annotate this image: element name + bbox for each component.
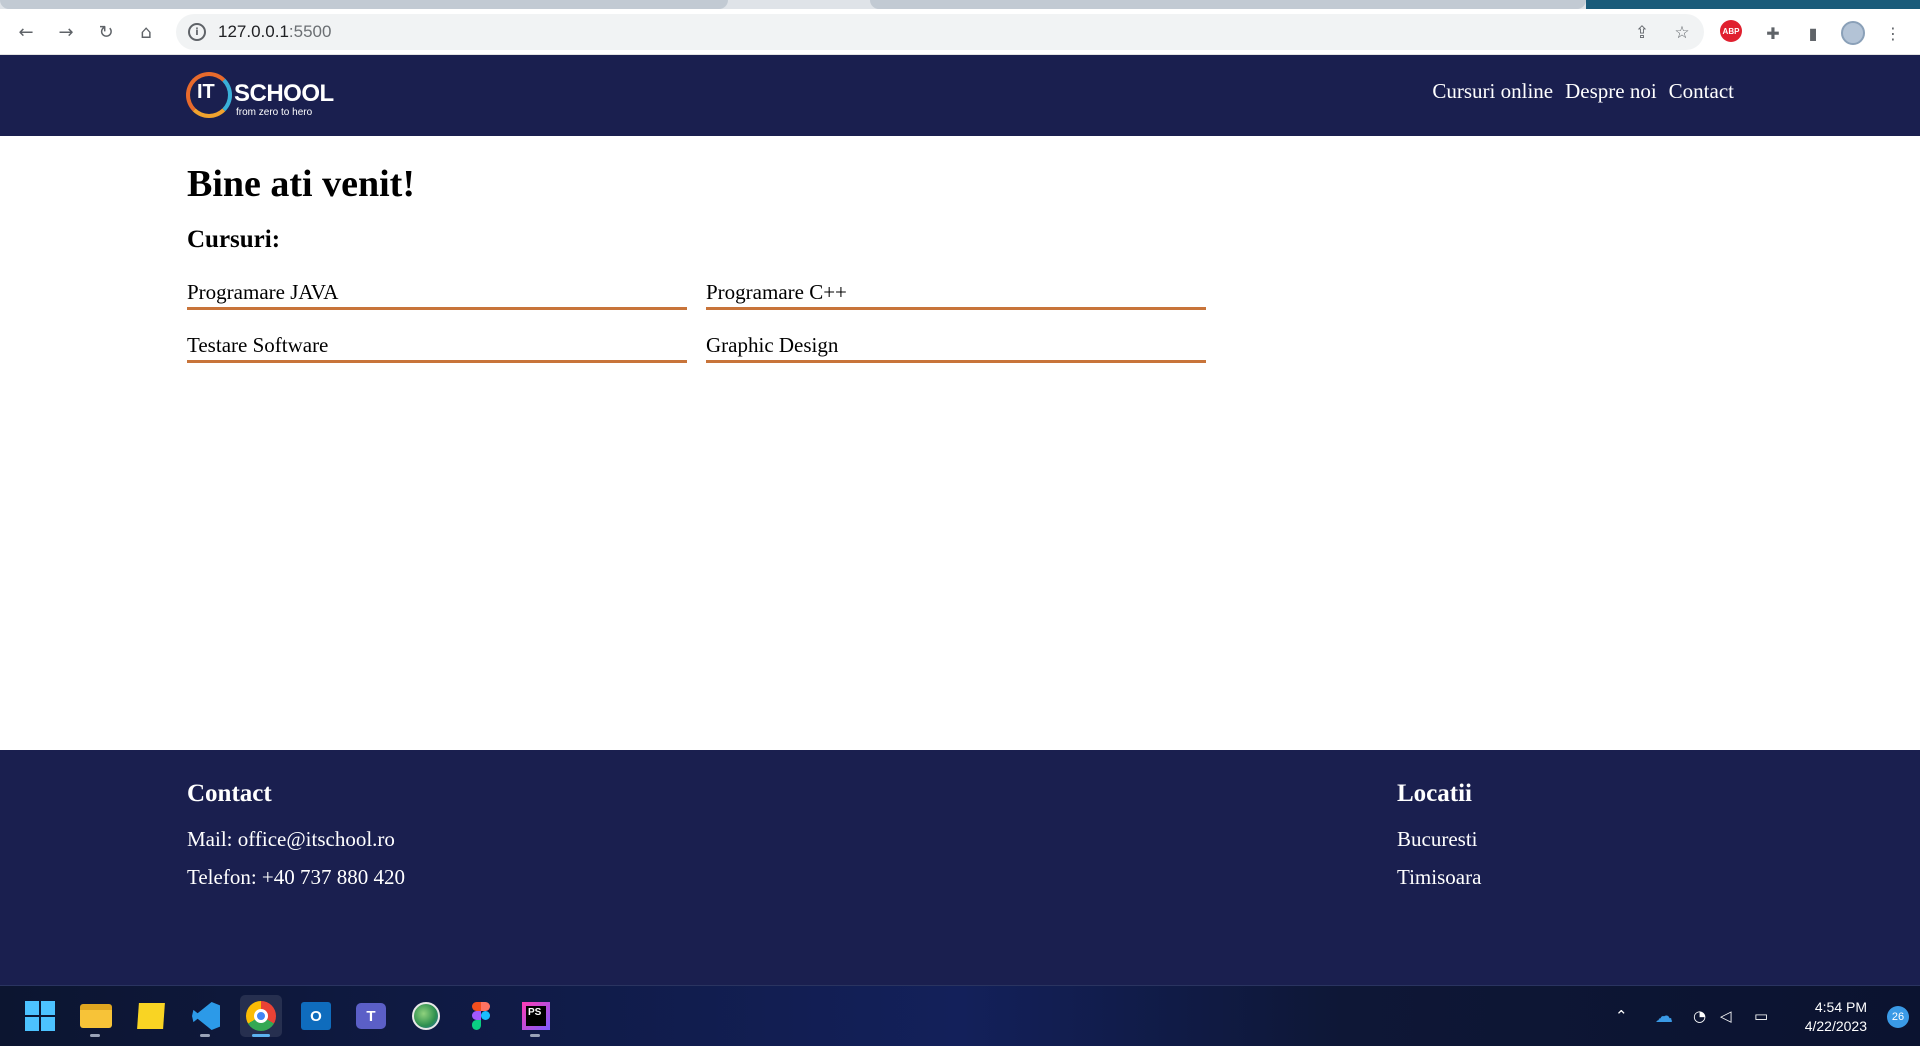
browser-tab[interactable] (870, 0, 1586, 9)
footer-locations: Locatii Bucuresti Timisoara (1397, 780, 1481, 903)
phpstorm-icon[interactable]: PS (515, 995, 557, 1037)
address-bar[interactable]: i 127.0.0.1:5500 ⇪ ☆ (176, 14, 1704, 50)
side-panel-icon[interactable]: ▮ (1800, 20, 1826, 46)
browser-tab-strip (0, 0, 1920, 9)
browser-tab[interactable] (0, 0, 728, 9)
footer-contact-heading: Contact (187, 780, 272, 807)
browser-toolbar: ← → ↻ ⌂ i 127.0.0.1:5500 ⇪ ☆ ABP ✚ ▮ ⋮ (0, 9, 1920, 55)
extensions-puzzle-icon[interactable]: ✚ (1760, 20, 1786, 46)
battery-icon[interactable]: ▭ (1754, 986, 1768, 1046)
site-header: IT SCHOOL from zero to hero Cursuri onli… (0, 55, 1920, 136)
course-item-graphic-design[interactable]: Graphic Design (706, 333, 1206, 363)
site-info-icon[interactable]: i (188, 23, 206, 41)
onedrive-icon[interactable]: ☁ (1655, 986, 1673, 1046)
itschool-logo[interactable]: IT SCHOOL from zero to hero (186, 70, 334, 124)
wifi-icon[interactable]: ◔ (1693, 986, 1706, 1046)
course-item-cpp[interactable]: Programare C++ (706, 280, 1206, 310)
figma-icon[interactable] (460, 995, 502, 1037)
show-hidden-icons-chevron-icon[interactable]: ⌃ (1615, 986, 1628, 1046)
page-title: Bine ati venit! (187, 163, 415, 205)
browser-tab-active[interactable] (1586, 0, 1920, 9)
footer-mail: Mail: office@itschool.ro (187, 827, 395, 851)
outlook-icon[interactable]: O (295, 995, 337, 1037)
adblock-extension-icon[interactable]: ABP (1720, 20, 1742, 42)
file-explorer-icon[interactable] (75, 995, 117, 1037)
sticky-notes-icon[interactable] (130, 995, 172, 1037)
globe-app-icon[interactable] (405, 995, 447, 1037)
bookmark-star-icon[interactable]: ☆ (1672, 23, 1692, 43)
nav-link-contact[interactable]: Contact (1669, 79, 1734, 104)
footer-phone: Telefon: +40 737 880 420 (187, 865, 406, 889)
notification-count-badge[interactable]: 26 (1887, 1006, 1909, 1028)
course-item-java[interactable]: Programare JAVA (187, 280, 687, 310)
share-icon[interactable]: ⇪ (1632, 23, 1652, 43)
reload-icon[interactable]: ↻ (92, 18, 120, 46)
main-nav: Cursuri online Despre noi Contact (1432, 79, 1734, 104)
windows-taskbar: O T PS ⌃ ☁ ◔ ◁ ▭ 4:54 PM 4/22/2023 26 (0, 985, 1920, 1046)
nav-link-cursuri-online[interactable]: Cursuri online (1432, 79, 1553, 104)
clock-date: 4/22/2023 (1804, 1018, 1867, 1034)
location-item: Timisoara (1397, 865, 1482, 889)
windows-start-icon[interactable] (19, 995, 61, 1037)
taskbar-clock[interactable]: 4:54 PM 4/22/2023 (1805, 998, 1867, 1036)
site-footer: Contact Mail: office@itschool.ro Telefon… (0, 750, 1920, 985)
volume-icon[interactable]: ◁ (1720, 986, 1732, 1046)
course-item-testing[interactable]: Testare Software (187, 333, 687, 363)
browser-menu-icon[interactable]: ⋮ (1880, 20, 1906, 46)
courses-grid: Programare JAVA Programare C++ Testare S… (187, 280, 1207, 363)
location-item: Bucuresti (1397, 827, 1478, 851)
profile-avatar-icon[interactable] (1840, 20, 1866, 46)
vscode-icon[interactable] (185, 995, 227, 1037)
forward-icon[interactable]: → (52, 18, 80, 46)
courses-heading: Cursuri: (187, 226, 281, 253)
clock-time: 4:54 PM (1814, 999, 1867, 1015)
chrome-icon[interactable] (240, 995, 282, 1037)
nav-link-despre-noi[interactable]: Despre noi (1565, 79, 1657, 104)
back-icon[interactable]: ← (12, 18, 40, 46)
home-icon[interactable]: ⌂ (132, 18, 160, 46)
teams-icon[interactable]: T (350, 995, 392, 1037)
footer-contact: Contact Mail: office@itschool.ro Telefon… (187, 780, 405, 903)
url-text[interactable]: 127.0.0.1:5500 (218, 22, 331, 42)
footer-locations-heading: Locatii (1397, 780, 1472, 807)
